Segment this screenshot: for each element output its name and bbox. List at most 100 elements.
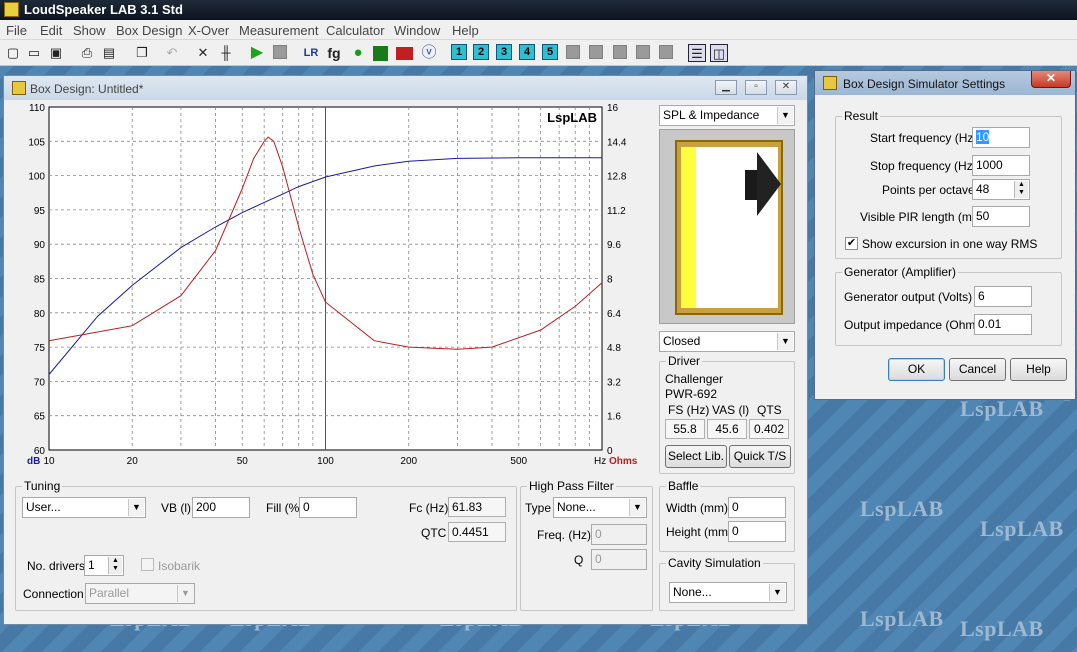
x-axis-unit: Hz (594, 456, 606, 467)
graph-icon[interactable] (373, 46, 388, 61)
box-type-select[interactable]: Closed ▼ (659, 331, 795, 352)
stop-icon[interactable] (273, 45, 287, 59)
x-tick-label: 10 (43, 456, 55, 467)
y-tick-label: 80 (34, 309, 46, 320)
tile-horizontal-icon[interactable]: ☰ (688, 44, 706, 62)
copy-icon[interactable]: ❐ (133, 44, 151, 62)
maximize-button[interactable]: ▫ (745, 80, 767, 95)
preset-4-button[interactable]: 4 (519, 44, 535, 60)
close-icon[interactable]: ✕ (1031, 71, 1071, 88)
tuning-preset-select[interactable]: User... ▼ (22, 497, 146, 518)
preset-5-button[interactable]: 5 (542, 44, 558, 60)
menu-file[interactable]: File (6, 23, 27, 38)
close-button[interactable]: ✕ (775, 80, 797, 95)
qts-label: QTS (757, 403, 782, 417)
hpf-type-select[interactable]: None... ▼ (553, 497, 647, 518)
toolbar-disabled-2[interactable] (589, 45, 603, 59)
preset-2-button[interactable]: 2 (473, 44, 489, 60)
stop-freq-input[interactable]: 1000 (972, 155, 1030, 176)
y2-tick-label: 3.2 (607, 377, 621, 388)
ppo-label: Points per octave (882, 183, 975, 197)
vb-input[interactable]: 200 (192, 497, 250, 518)
right-axis-unit: Ohms (609, 456, 638, 467)
drivers-stepper[interactable]: 1 ▲ ▼ (84, 555, 124, 576)
hpf-group: High Pass Filter Type None... ▼ Freq. (Hz… (520, 479, 653, 611)
pir-input[interactable]: 50 (972, 206, 1030, 227)
baffle-height-input[interactable]: 0 (728, 521, 786, 542)
menu-help[interactable]: Help (452, 23, 479, 38)
y2-tick-label: 1.6 (607, 412, 621, 423)
quick-ts-button[interactable]: Quick T/S (729, 445, 791, 468)
toolbar-disabled-1[interactable] (566, 45, 580, 59)
cavity-group: Cavity Simulation None... ▼ (659, 556, 795, 611)
undo-icon[interactable]: ↶ (163, 44, 181, 62)
minimize-button[interactable]: ▁ (715, 80, 737, 95)
toolbar-disabled-3[interactable] (613, 45, 627, 59)
cancel-button[interactable]: Cancel (949, 358, 1006, 381)
speaker-icon (823, 76, 837, 90)
menu-x-over[interactable]: X-Over (188, 23, 229, 38)
gen-output-input[interactable]: 6 (974, 286, 1032, 307)
toolbar-disabled-5[interactable] (659, 45, 673, 59)
toolbar-disabled-4[interactable] (636, 45, 650, 59)
menu-edit[interactable]: Edit (40, 23, 62, 38)
y2-tick-label: 16 (607, 103, 619, 114)
menu-calculator[interactable]: Calculator (326, 23, 385, 38)
cavity-select[interactable]: None... ▼ (669, 582, 787, 603)
baffle-width-input[interactable]: 0 (728, 497, 786, 518)
print-icon[interactable]: ⎙ (78, 44, 96, 62)
run-icon[interactable]: ▶ (248, 44, 266, 62)
v-icon[interactable]: ⓥ (420, 44, 438, 62)
lr-icon[interactable]: LR (302, 44, 320, 62)
x-tick-label: 500 (510, 456, 527, 467)
hpf-freq-input[interactable]: 0 (591, 524, 647, 545)
driver-brand: Challenger (665, 372, 724, 386)
excursion-checkbox[interactable]: ✔ (845, 237, 858, 250)
connection-select[interactable]: Parallel ▼ (85, 583, 195, 604)
fs-value: 55.8 (665, 419, 705, 439)
menu-measurement[interactable]: Measurement (239, 23, 318, 38)
menu-show[interactable]: Show (73, 23, 106, 38)
help-button[interactable]: Help (1010, 358, 1067, 381)
hpf-q-label: Q (574, 553, 584, 567)
preset-3-button[interactable]: 3 (496, 44, 512, 60)
speaker-icon (12, 81, 26, 95)
ok-button[interactable]: OK (888, 358, 945, 381)
view-select[interactable]: SPL & Impedance ▼ (659, 105, 795, 126)
ppo-stepper[interactable]: 48 ▲ ▼ (972, 179, 1030, 200)
isobarik-checkbox[interactable] (141, 558, 154, 571)
fill-input[interactable]: 0 (299, 497, 357, 518)
y2-tick-label: 6.4 (607, 309, 621, 320)
fg-icon[interactable]: fg (325, 44, 343, 62)
chevron-down-icon: ▼ (777, 333, 793, 350)
hpf-freq-label: Freq. (Hz) (537, 528, 591, 542)
fs-label: FS (Hz) (668, 403, 710, 417)
spl-impedance-chart: 11010510095908580757065601614.412.811.29… (27, 103, 638, 467)
output-imp-label: Output impedance (Ohms) (844, 318, 986, 332)
green-circle-icon[interactable]: ● (349, 44, 367, 62)
menu-window[interactable]: Window (394, 23, 440, 38)
y-tick-label: 75 (34, 343, 46, 354)
new-file-icon[interactable]: ▢ (4, 44, 22, 62)
output-imp-input[interactable]: 0.01 (974, 314, 1032, 335)
start-freq-input[interactable]: 10 (972, 127, 1030, 148)
x-tick-label: 200 (400, 456, 417, 467)
select-lib-button[interactable]: Select Lib. (665, 445, 727, 468)
vas-label: VAS (l) (712, 403, 750, 417)
y-tick-label: 85 (34, 275, 46, 286)
scope-icon[interactable] (396, 47, 413, 60)
tools-icon[interactable]: ✕ (194, 44, 212, 62)
open-folder-icon[interactable]: ▭ (25, 44, 43, 62)
menu-box-design[interactable]: Box Design (116, 23, 182, 38)
chevron-down-icon: ▼ (777, 107, 793, 124)
isobarik-label: Isobarik (158, 559, 201, 573)
menubar: File Edit Show Box Design X-Over Measure… (0, 20, 1077, 40)
tile-vertical-icon[interactable]: ◫ (710, 44, 728, 62)
y2-tick-label: 12.8 (607, 172, 627, 183)
settings-title: Box Design Simulator Settings (843, 77, 1006, 91)
save-icon[interactable]: ▣ (47, 44, 65, 62)
print-preview-icon[interactable]: ▤ (100, 44, 118, 62)
mixer-icon[interactable]: ╫ (217, 44, 235, 62)
preset-1-button[interactable]: 1 (451, 44, 467, 60)
hpf-q-input[interactable]: 0 (591, 549, 647, 570)
